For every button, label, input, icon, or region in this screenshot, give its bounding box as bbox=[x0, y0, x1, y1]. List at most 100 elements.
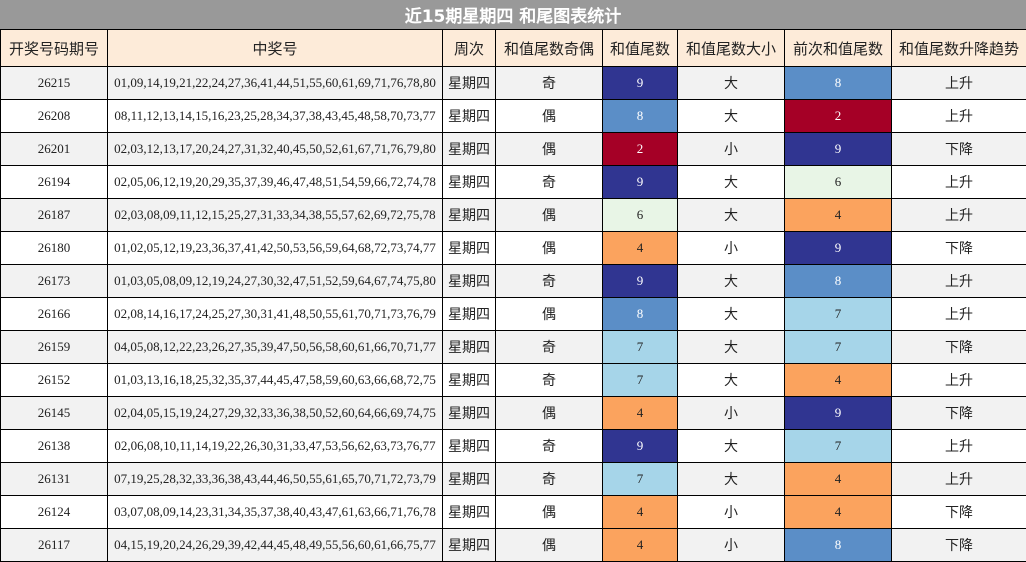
header-parity: 和值尾数奇偶 bbox=[496, 30, 603, 67]
cell-weekday: 星期四 bbox=[443, 199, 496, 232]
cell-trend: 下降 bbox=[892, 232, 1026, 265]
cell-trend: 上升 bbox=[892, 298, 1026, 331]
cell-weekday: 星期四 bbox=[443, 67, 496, 100]
cell-trend: 下降 bbox=[892, 496, 1026, 529]
table-row: 2618702,03,08,09,11,12,15,25,27,31,33,34… bbox=[1, 199, 1026, 232]
cell-trend: 下降 bbox=[892, 397, 1026, 430]
cell-trend: 上升 bbox=[892, 430, 1026, 463]
cell-size: 大 bbox=[678, 430, 785, 463]
table-row: 2612403,07,08,09,14,23,31,34,35,37,38,40… bbox=[1, 496, 1026, 529]
table-row: 2620808,11,12,13,14,15,16,23,25,28,34,37… bbox=[1, 100, 1026, 133]
cell-size: 大 bbox=[678, 265, 785, 298]
cell-numbers: 02,05,06,12,19,20,29,35,37,39,46,47,48,5… bbox=[108, 166, 443, 199]
cell-prev-tail: 8 bbox=[785, 529, 892, 562]
cell-prev-tail: 8 bbox=[785, 265, 892, 298]
cell-prev-tail: 7 bbox=[785, 430, 892, 463]
table-row: 2619402,05,06,12,19,20,29,35,37,39,46,47… bbox=[1, 166, 1026, 199]
header-weekday: 周次 bbox=[443, 30, 496, 67]
cell-parity: 偶 bbox=[496, 100, 603, 133]
cell-prev-tail: 4 bbox=[785, 463, 892, 496]
cell-issue: 26159 bbox=[1, 331, 108, 364]
cell-issue: 26145 bbox=[1, 397, 108, 430]
cell-weekday: 星期四 bbox=[443, 463, 496, 496]
cell-numbers: 03,07,08,09,14,23,31,34,35,37,38,40,43,4… bbox=[108, 496, 443, 529]
cell-parity: 奇 bbox=[496, 265, 603, 298]
cell-numbers: 02,03,08,09,11,12,15,25,27,31,33,34,38,5… bbox=[108, 199, 443, 232]
cell-parity: 奇 bbox=[496, 364, 603, 397]
cell-tail: 9 bbox=[603, 67, 678, 100]
cell-tail: 4 bbox=[603, 529, 678, 562]
cell-trend: 下降 bbox=[892, 331, 1026, 364]
table-row: 2617301,03,05,08,09,12,19,24,27,30,32,47… bbox=[1, 265, 1026, 298]
cell-size: 小 bbox=[678, 496, 785, 529]
cell-tail: 2 bbox=[603, 133, 678, 166]
cell-tail: 4 bbox=[603, 496, 678, 529]
cell-numbers: 02,08,14,16,17,24,25,27,30,31,41,48,50,5… bbox=[108, 298, 443, 331]
cell-prev-tail: 9 bbox=[785, 232, 892, 265]
cell-trend: 上升 bbox=[892, 199, 1026, 232]
cell-issue: 26124 bbox=[1, 496, 108, 529]
header-prev-tail: 前次和值尾数 bbox=[785, 30, 892, 67]
header-numbers: 中奖号 bbox=[108, 30, 443, 67]
cell-issue: 26201 bbox=[1, 133, 108, 166]
cell-prev-tail: 6 bbox=[785, 166, 892, 199]
cell-numbers: 01,03,05,08,09,12,19,24,27,30,32,47,51,5… bbox=[108, 265, 443, 298]
cell-numbers: 01,09,14,19,21,22,24,27,36,41,44,51,55,6… bbox=[108, 67, 443, 100]
cell-issue: 26138 bbox=[1, 430, 108, 463]
cell-parity: 偶 bbox=[496, 397, 603, 430]
cell-tail: 8 bbox=[603, 298, 678, 331]
cell-weekday: 星期四 bbox=[443, 364, 496, 397]
cell-size: 大 bbox=[678, 364, 785, 397]
header-issue: 开奖号码期号 bbox=[1, 30, 108, 67]
cell-weekday: 星期四 bbox=[443, 397, 496, 430]
table-row: 2620102,03,12,13,17,20,24,27,31,32,40,45… bbox=[1, 133, 1026, 166]
cell-issue: 26117 bbox=[1, 529, 108, 562]
cell-weekday: 星期四 bbox=[443, 232, 496, 265]
cell-prev-tail: 4 bbox=[785, 364, 892, 397]
cell-weekday: 星期四 bbox=[443, 331, 496, 364]
cell-tail: 9 bbox=[603, 430, 678, 463]
cell-tail: 8 bbox=[603, 100, 678, 133]
cell-numbers: 02,04,05,15,19,24,27,29,32,33,36,38,50,5… bbox=[108, 397, 443, 430]
cell-numbers: 04,05,08,12,22,23,26,27,35,39,47,50,56,5… bbox=[108, 331, 443, 364]
cell-size: 大 bbox=[678, 331, 785, 364]
table-row: 2613107,19,25,28,32,33,36,38,43,44,46,50… bbox=[1, 463, 1026, 496]
header-trend: 和值尾数升降趋势 bbox=[892, 30, 1026, 67]
table-row: 2613802,06,08,10,11,14,19,22,26,30,31,33… bbox=[1, 430, 1026, 463]
cell-issue: 26194 bbox=[1, 166, 108, 199]
cell-prev-tail: 9 bbox=[785, 397, 892, 430]
cell-weekday: 星期四 bbox=[443, 529, 496, 562]
cell-numbers: 01,02,05,12,19,23,36,37,41,42,50,53,56,5… bbox=[108, 232, 443, 265]
header-tail: 和值尾数 bbox=[603, 30, 678, 67]
cell-trend: 上升 bbox=[892, 463, 1026, 496]
cell-trend: 上升 bbox=[892, 166, 1026, 199]
cell-weekday: 星期四 bbox=[443, 100, 496, 133]
cell-numbers: 08,11,12,13,14,15,16,23,25,28,34,37,38,4… bbox=[108, 100, 443, 133]
cell-issue: 26166 bbox=[1, 298, 108, 331]
cell-size: 大 bbox=[678, 199, 785, 232]
cell-size: 大 bbox=[678, 463, 785, 496]
table-row: 2616602,08,14,16,17,24,25,27,30,31,41,48… bbox=[1, 298, 1026, 331]
cell-prev-tail: 4 bbox=[785, 496, 892, 529]
cell-size: 大 bbox=[678, 100, 785, 133]
cell-prev-tail: 2 bbox=[785, 100, 892, 133]
cell-prev-tail: 8 bbox=[785, 67, 892, 100]
cell-parity: 奇 bbox=[496, 430, 603, 463]
cell-parity: 偶 bbox=[496, 298, 603, 331]
cell-parity: 奇 bbox=[496, 463, 603, 496]
cell-issue: 26187 bbox=[1, 199, 108, 232]
cell-weekday: 星期四 bbox=[443, 496, 496, 529]
cell-size: 小 bbox=[678, 232, 785, 265]
cell-weekday: 星期四 bbox=[443, 265, 496, 298]
cell-prev-tail: 7 bbox=[785, 298, 892, 331]
table-row: 2618001,02,05,12,19,23,36,37,41,42,50,53… bbox=[1, 232, 1026, 265]
cell-prev-tail: 9 bbox=[785, 133, 892, 166]
cell-numbers: 01,03,13,16,18,25,32,35,37,44,45,47,58,5… bbox=[108, 364, 443, 397]
cell-parity: 偶 bbox=[496, 133, 603, 166]
cell-tail: 4 bbox=[603, 397, 678, 430]
cell-issue: 26215 bbox=[1, 67, 108, 100]
cell-weekday: 星期四 bbox=[443, 298, 496, 331]
header-row: 开奖号码期号 中奖号 周次 和值尾数奇偶 和值尾数 和值尾数大小 前次和值尾数 … bbox=[1, 30, 1026, 67]
cell-numbers: 07,19,25,28,32,33,36,38,43,44,46,50,55,6… bbox=[108, 463, 443, 496]
table-title: 近15期星期四 和尾图表统计 bbox=[0, 0, 1026, 29]
